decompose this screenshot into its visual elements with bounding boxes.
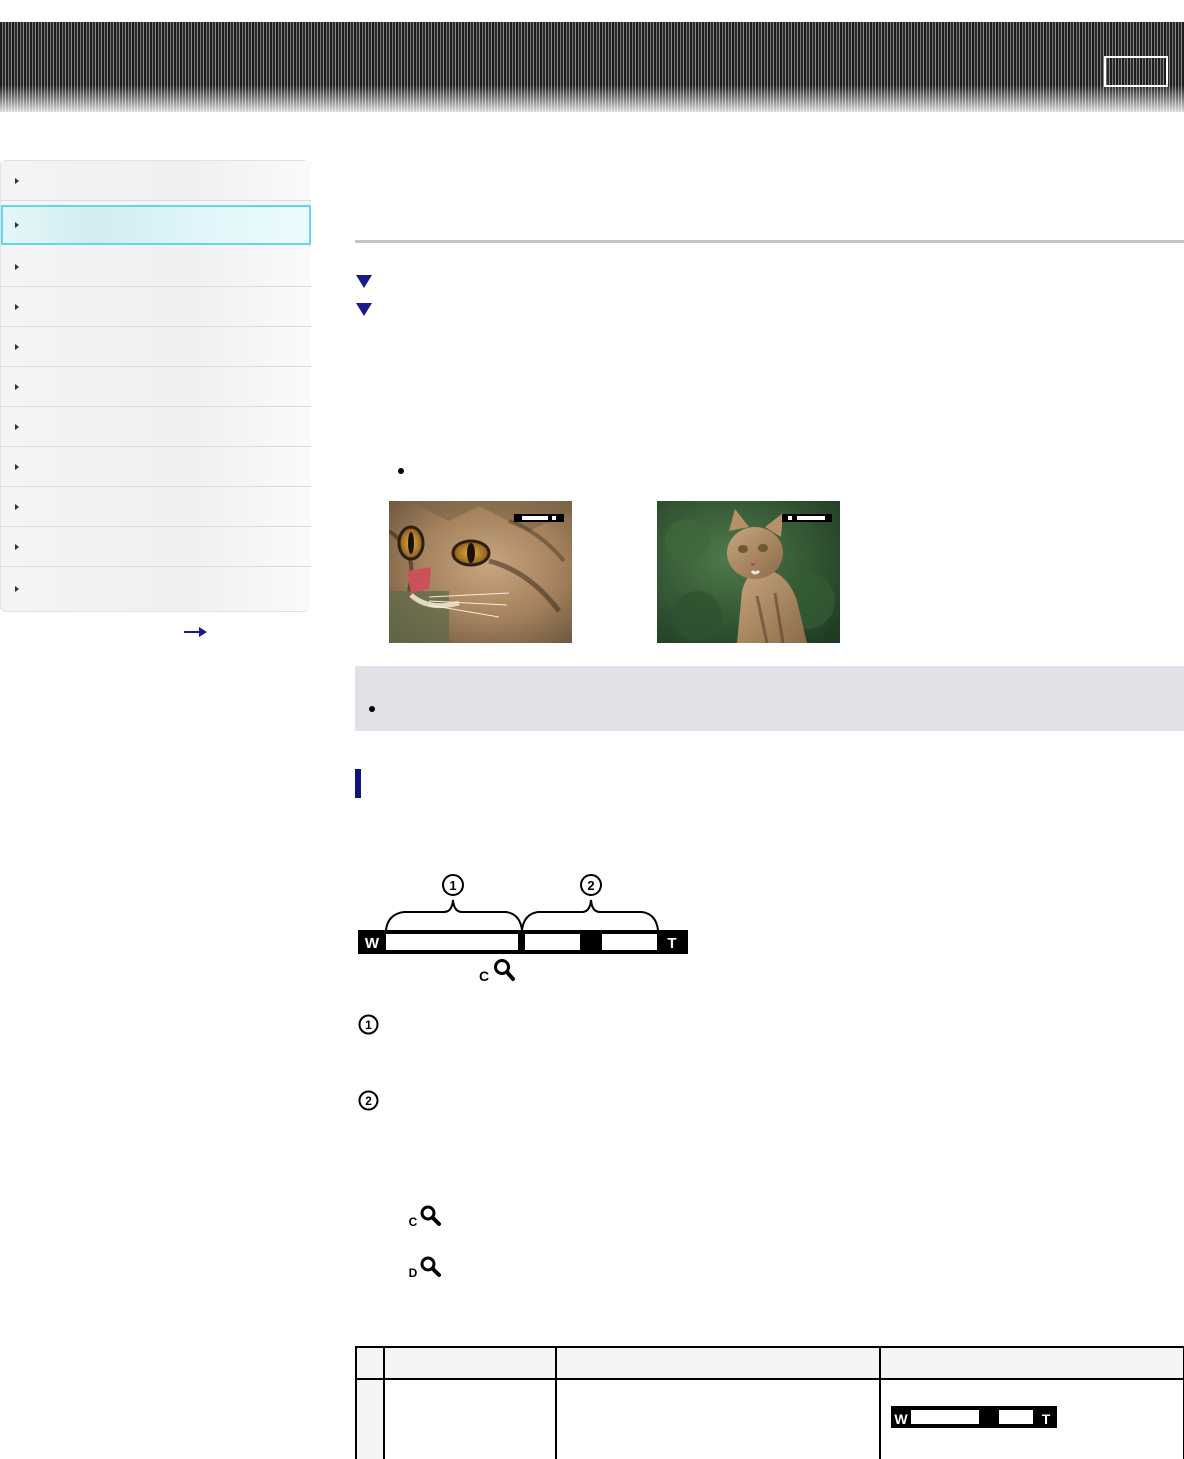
sidebar-item-10[interactable] xyxy=(1,527,311,567)
note-box xyxy=(355,666,1184,731)
triangle-right-icon xyxy=(15,177,19,184)
triangle-right-icon xyxy=(15,383,19,390)
zoom-scale-diagram: 1 2 W T C xyxy=(358,874,688,984)
cat-wide-photo xyxy=(657,501,840,643)
zoom-table: W T xyxy=(355,1346,1184,1459)
svg-text:C: C xyxy=(409,1215,418,1228)
magnifier-icon xyxy=(420,1205,441,1226)
clear-image-zoom-icon: C xyxy=(409,1205,441,1228)
zoom-indicator-bar: W T xyxy=(891,1406,1057,1428)
sidebar-item-8[interactable] xyxy=(1,447,311,487)
brace-2 xyxy=(521,899,659,931)
table-header-cell xyxy=(383,1346,557,1380)
triangle-right-icon xyxy=(15,222,19,228)
sidebar-item-5[interactable] xyxy=(1,327,311,367)
svg-text:T: T xyxy=(667,935,676,952)
triangle-down-icon[interactable] xyxy=(355,302,375,318)
sidebar-menu xyxy=(0,160,311,612)
svg-text:1: 1 xyxy=(365,1018,372,1032)
header-nav-button[interactable] xyxy=(1104,56,1168,87)
sidebar-item-1[interactable] xyxy=(1,161,311,201)
svg-text:1: 1 xyxy=(449,878,456,893)
sidebar-item-6[interactable] xyxy=(1,367,311,407)
svg-text:W: W xyxy=(365,935,380,952)
triangle-right-icon xyxy=(15,303,19,310)
svg-text:W: W xyxy=(894,1411,908,1427)
triangle-down-icon[interactable] xyxy=(355,274,375,290)
circled-number-2-icon: 2 xyxy=(358,1090,379,1111)
sidebar-item-9[interactable] xyxy=(1,487,311,527)
cat-closeup-photo xyxy=(389,501,572,643)
magnifier-icon xyxy=(494,959,515,981)
svg-text:T: T xyxy=(1042,1411,1051,1427)
svg-text:C: C xyxy=(479,968,489,984)
sidebar-item-11[interactable] xyxy=(1,567,311,611)
circled-number-1-icon: 1 xyxy=(358,1014,379,1035)
table-cell xyxy=(355,1378,385,1459)
bullet-point xyxy=(369,706,375,712)
title-divider xyxy=(355,240,1184,243)
triangle-right-icon xyxy=(15,503,19,510)
brace-1 xyxy=(385,899,523,931)
sidebar-item-3[interactable] xyxy=(1,247,311,287)
svg-text:2: 2 xyxy=(587,878,594,893)
triangle-right-icon xyxy=(15,423,19,430)
arrow-right-icon[interactable] xyxy=(184,626,208,638)
page-header xyxy=(0,22,1184,112)
table-cell xyxy=(383,1378,557,1459)
triangle-right-icon xyxy=(15,343,19,350)
sidebar-item-7[interactable] xyxy=(1,407,311,447)
table-header-cell xyxy=(879,1346,1184,1380)
bullet-point xyxy=(398,468,404,474)
table-cell: W T xyxy=(879,1378,1184,1459)
triangle-right-icon xyxy=(15,463,19,470)
svg-text:2: 2 xyxy=(365,1094,372,1108)
magnifier-icon xyxy=(420,1256,441,1277)
section-heading-bar xyxy=(355,769,361,798)
table-header-cell xyxy=(555,1346,881,1380)
table-row: W T xyxy=(355,1378,1184,1459)
digital-zoom-icon: D xyxy=(409,1256,441,1279)
svg-text:D: D xyxy=(409,1266,418,1279)
triangle-right-icon xyxy=(15,586,19,592)
sidebar-item-2[interactable] xyxy=(1,205,311,245)
sidebar-item-4[interactable] xyxy=(1,287,311,327)
triangle-right-icon xyxy=(15,263,19,270)
table-header-cell xyxy=(355,1346,385,1380)
table-cell xyxy=(555,1378,881,1459)
table-header-row xyxy=(355,1346,1184,1380)
triangle-right-icon xyxy=(15,543,19,550)
